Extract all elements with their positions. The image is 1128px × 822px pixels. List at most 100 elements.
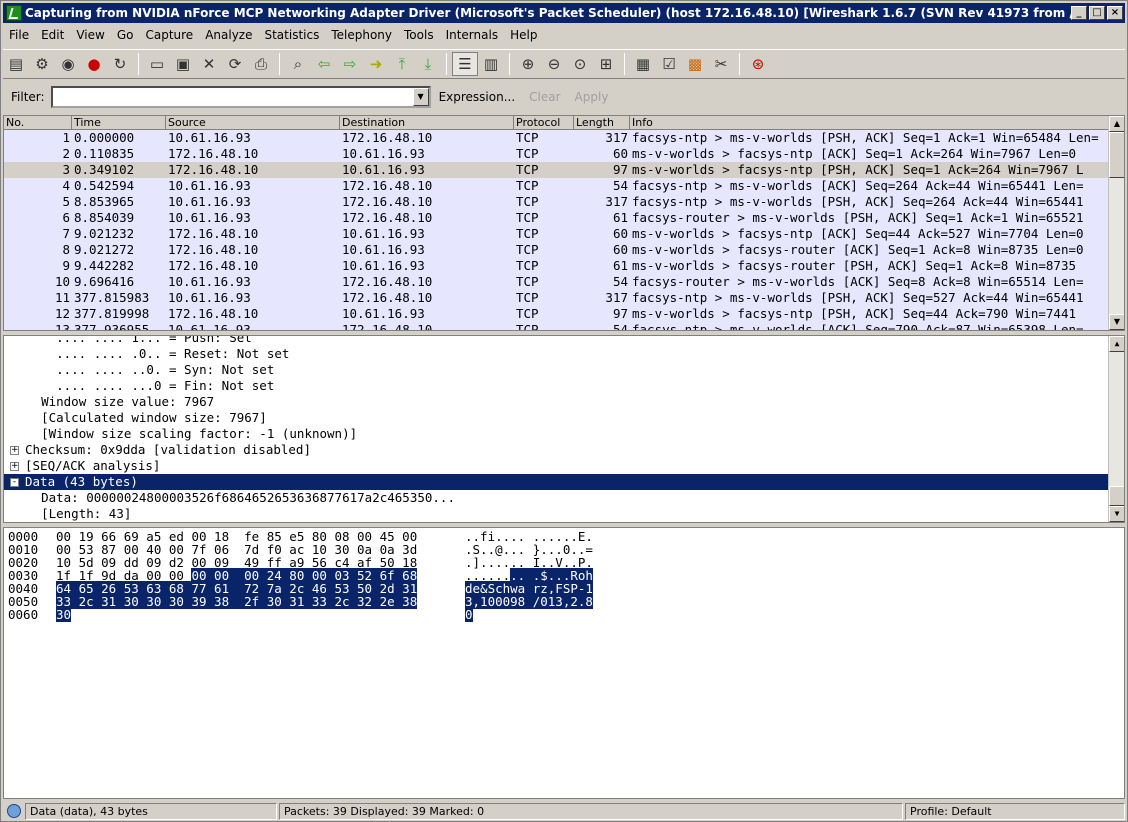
go-to-packet-icon[interactable]: ➜ <box>363 52 389 76</box>
autoscroll-icon[interactable]: ▥ <box>478 52 504 76</box>
expert-info-icon[interactable] <box>7 804 21 818</box>
colorize-icon[interactable]: ☰ <box>452 52 478 76</box>
scroll-thumb[interactable] <box>1109 132 1124 178</box>
resize-columns-icon[interactable]: ⊞ <box>593 52 619 76</box>
details-scrollbar[interactable]: ▲ ▼ <box>1108 336 1124 522</box>
packet-row[interactable]: 8 9.021272 172.16.48.10 10.61.16.93 TCP 60 ms-… <box>4 242 1124 258</box>
packet-row[interactable]: 5 8.853965 10.61.16.93 172.16.48.10 TCP 317 fa… <box>4 194 1124 210</box>
packet-row[interactable]: 1 0.000000 10.61.16.93 172.16.48.10 TCP 317 fa… <box>4 130 1124 146</box>
packet-cell-time: 377.936955 <box>74 322 150 331</box>
detail-line[interactable]: [Calculated window size: 7967] <box>4 410 1108 426</box>
expand-icon[interactable]: + <box>10 462 19 471</box>
packet-row[interactable]: 11 377.815983 10.61.16.93 172.16.48.10 TCP 31… <box>4 290 1124 306</box>
capture-filters-icon[interactable]: ▦ <box>630 52 656 76</box>
detail-line[interactable]: .... .... ...0 = Fin: Not set <box>4 378 1108 394</box>
detail-line[interactable]: .... .... 1... = Push: Set <box>4 336 1108 346</box>
menu-capture[interactable]: Capture <box>139 28 199 42</box>
packet-row[interactable]: 10 9.696416 10.61.16.93 172.16.48.10 TCP 54 fa… <box>4 274 1124 290</box>
menu-view[interactable]: View <box>70 28 110 42</box>
menu-file[interactable]: File <box>3 28 35 42</box>
packet-cell-dst: 10.61.16.93 <box>342 146 425 161</box>
packet-cell-no: 8 <box>62 242 70 257</box>
menu-internals[interactable]: Internals <box>440 28 505 42</box>
packet-row[interactable]: 4 0.542594 10.61.16.93 172.16.48.10 TCP 54 fac… <box>4 178 1124 194</box>
close-file-icon[interactable]: ✕ <box>196 52 222 76</box>
preferences-icon[interactable]: ✂ <box>708 52 734 76</box>
status-profile[interactable]: Profile: Default <box>905 802 1125 820</box>
scroll-thumb[interactable] <box>1109 486 1124 506</box>
apply-button[interactable]: Apply <box>575 90 609 104</box>
display-filters-icon[interactable]: ☑ <box>656 52 682 76</box>
normal-size-icon[interactable]: ⊙ <box>567 52 593 76</box>
ascii-bytes[interactable]: 0 <box>465 607 473 622</box>
ascii-bytes[interactable]: 3,100098 /013,2.8 <box>465 594 593 609</box>
column-header-length[interactable]: Length <box>574 116 630 129</box>
packet-row[interactable]: 7 9.021232 172.16.48.10 10.61.16.93 TCP 60 ms-… <box>4 226 1124 242</box>
packet-row[interactable]: 2 0.110835 172.16.48.10 10.61.16.93 TCP 60 ms-… <box>4 146 1124 162</box>
detail-line[interactable]: Window size value: 7967 <box>4 394 1108 410</box>
detail-line[interactable]: Data: 00000024800003526f6864652653636877… <box>4 490 1108 506</box>
zoom-in-icon[interactable]: ⊕ <box>515 52 541 76</box>
first-packet-icon[interactable]: ⤒ <box>389 52 415 76</box>
capture-options-icon[interactable]: ⚙ <box>29 52 55 76</box>
detail-line[interactable]: + Checksum: 0x9dda [validation disabled] <box>4 442 1108 458</box>
packet-row[interactable]: 12 377.819998 172.16.48.10 10.61.16.93 TCP 97… <box>4 306 1124 322</box>
hex-bytes[interactable]: 30 <box>56 607 72 622</box>
print-icon[interactable]: ⎙ <box>248 52 274 76</box>
scroll-up-icon[interactable]: ▲ <box>1109 116 1124 132</box>
scroll-up-icon[interactable]: ▲ <box>1109 336 1124 352</box>
detail-line[interactable]: + [SEQ/ACK analysis] <box>4 458 1108 474</box>
last-packet-icon[interactable]: ⤓ <box>415 52 441 76</box>
scroll-down-icon[interactable]: ▼ <box>1109 314 1124 330</box>
column-header-source[interactable]: Source <box>166 116 340 129</box>
menu-edit[interactable]: Edit <box>35 28 70 42</box>
column-header-destination[interactable]: Destination <box>340 116 514 129</box>
expression-button[interactable]: Expression... <box>439 90 516 104</box>
restart-capture-icon[interactable]: ↻ <box>107 52 133 76</box>
minimize-button[interactable]: _ <box>1071 6 1087 20</box>
start-capture-icon[interactable]: ◉ <box>55 52 81 76</box>
hex-bytes[interactable]: 33 2c 31 30 30 30 39 38 2f 30 31 33 2c 3… <box>56 594 418 609</box>
packet-row[interactable]: 3 0.349102 172.16.48.10 10.61.16.93 TCP 97 ms-… <box>4 162 1124 178</box>
go-back-icon[interactable]: ⇦ <box>311 52 337 76</box>
stop-capture-icon[interactable]: ● <box>81 52 107 76</box>
menu-help[interactable]: Help <box>504 28 543 42</box>
collapse-icon[interactable]: - <box>10 478 19 487</box>
detail-line[interactable]: - Data (43 bytes) <box>4 474 1108 490</box>
expand-icon[interactable]: + <box>10 446 19 455</box>
zoom-out-icon[interactable]: ⊖ <box>541 52 567 76</box>
menu-telephony[interactable]: Telephony <box>325 28 398 42</box>
reload-icon[interactable]: ⟳ <box>222 52 248 76</box>
column-header-no[interactable]: No. <box>4 116 72 129</box>
menu-go[interactable]: Go <box>111 28 140 42</box>
clear-button[interactable]: Clear <box>529 90 560 104</box>
detail-indent <box>26 362 56 377</box>
packet-list-scrollbar[interactable]: ▲ ▼ <box>1108 116 1124 330</box>
column-header-info[interactable]: Info <box>630 116 1112 129</box>
coloring-rules-icon[interactable]: ▩ <box>682 52 708 76</box>
maximize-button[interactable]: □ <box>1089 6 1105 20</box>
chevron-down-icon[interactable]: ▼ <box>412 88 429 106</box>
find-packet-icon[interactable]: ⌕ <box>285 52 311 76</box>
detail-line[interactable]: [Window size scaling factor: -1 (unknown… <box>4 426 1108 442</box>
save-file-icon[interactable]: ▣ <box>170 52 196 76</box>
detail-line[interactable]: .... .... ..0. = Syn: Not set <box>4 362 1108 378</box>
menu-analyze[interactable]: Analyze <box>199 28 258 42</box>
menu-statistics[interactable]: Statistics <box>258 28 325 42</box>
help-icon[interactable]: ⊛ <box>745 52 771 76</box>
column-header-protocol[interactable]: Protocol <box>514 116 574 129</box>
close-button[interactable]: × <box>1107 6 1123 20</box>
filter-input[interactable]: ▼ <box>50 86 431 108</box>
menu-tools[interactable]: Tools <box>398 28 440 42</box>
detail-line[interactable]: .... .... .0.. = Reset: Not set <box>4 346 1108 362</box>
packet-row[interactable]: 9 9.442282 172.16.48.10 10.61.16.93 TCP 61 ms-… <box>4 258 1124 274</box>
open-file-icon[interactable]: ▭ <box>144 52 170 76</box>
scroll-down-icon[interactable]: ▼ <box>1109 506 1124 522</box>
interfaces-icon[interactable]: ▤ <box>3 52 29 76</box>
column-header-time[interactable]: Time <box>72 116 166 129</box>
detail-text: Data (43 bytes) <box>25 474 138 489</box>
packet-row[interactable]: 13 377.936955 10.61.16.93 172.16.48.10 TCP 54… <box>4 322 1124 331</box>
detail-line[interactable]: [Length: 43] <box>4 506 1108 522</box>
packet-row[interactable]: 6 8.854039 10.61.16.93 172.16.48.10 TCP 61 fac… <box>4 210 1124 226</box>
go-forward-icon[interactable]: ⇨ <box>337 52 363 76</box>
